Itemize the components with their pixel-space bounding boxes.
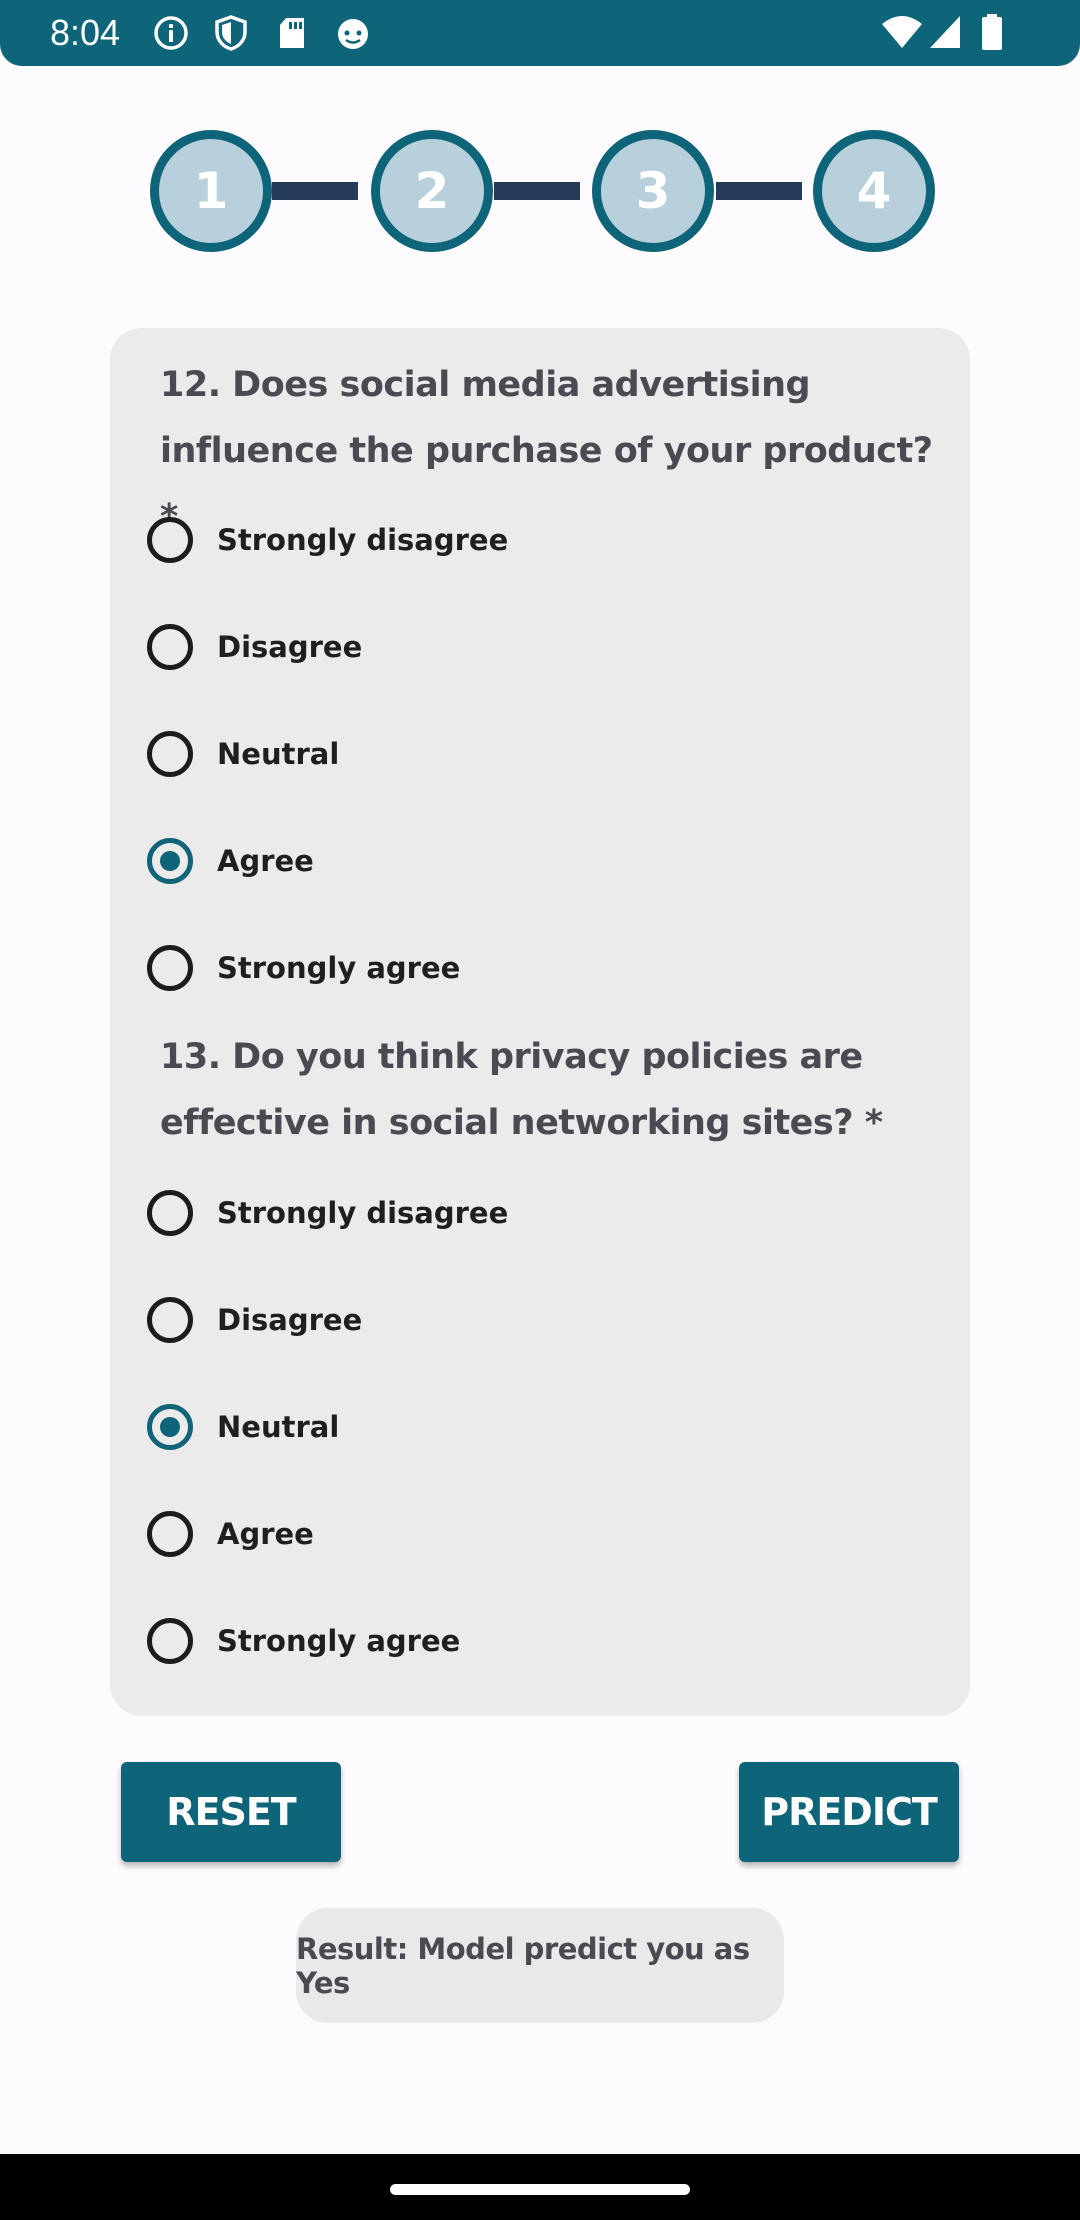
result-message: Result: Model predict you as Yes	[296, 1908, 784, 2023]
cat-face-icon	[338, 19, 368, 49]
navigation-bar	[0, 2154, 1080, 2220]
wifi-icon	[882, 16, 922, 48]
radio-option[interactable]: Neutral	[147, 724, 927, 784]
radio-option-label: Strongly agree	[217, 1624, 461, 1658]
radio-option-label: Neutral	[217, 737, 340, 771]
info-icon	[154, 16, 188, 50]
radio-option[interactable]: Strongly disagree	[147, 1183, 927, 1243]
radio-button[interactable]	[147, 731, 193, 777]
step-connector	[716, 182, 802, 200]
step-1: 1	[150, 130, 272, 252]
radio-option-label: Neutral	[217, 1410, 340, 1444]
step-connector	[272, 182, 358, 200]
status-bar: 8:04	[0, 0, 1080, 66]
step-connector	[494, 182, 580, 200]
radio-button[interactable]	[147, 517, 193, 563]
sd-card-icon	[280, 18, 304, 48]
radio-button[interactable]	[147, 1511, 193, 1557]
shield-icon	[215, 15, 247, 51]
radio-button[interactable]	[147, 1297, 193, 1343]
radio-button[interactable]	[147, 1618, 193, 1664]
radio-button-checked[interactable]	[147, 1404, 193, 1450]
progress-stepper: 1 2 3 4	[0, 130, 1080, 252]
radio-option[interactable]: Neutral	[147, 1397, 927, 1457]
radio-button-checked[interactable]	[147, 838, 193, 884]
radio-option-label: Strongly disagree	[217, 523, 509, 557]
radio-option-label: Agree	[217, 1517, 314, 1551]
cell-signal-icon	[930, 16, 960, 48]
status-time: 8:04	[50, 12, 121, 53]
radio-option[interactable]: Strongly agree	[147, 1611, 927, 1671]
radio-option[interactable]: Strongly agree	[147, 938, 927, 998]
radio-option-label: Strongly disagree	[217, 1196, 509, 1230]
radio-button[interactable]	[147, 624, 193, 670]
question-13-text: 13. Do you think privacy policies are ef…	[160, 1037, 883, 1143]
step-3: 3	[592, 130, 714, 252]
radio-option[interactable]: Agree	[147, 831, 927, 891]
home-gesture-handle[interactable]	[390, 2184, 690, 2195]
predict-button[interactable]: PREDICT	[739, 1762, 959, 1862]
battery-icon	[982, 14, 1002, 50]
radio-option[interactable]: Disagree	[147, 617, 927, 677]
radio-option-label: Disagree	[217, 1303, 363, 1337]
radio-option-label: Agree	[217, 844, 314, 878]
radio-option-label: Disagree	[217, 630, 363, 664]
step-4: 4	[813, 130, 935, 252]
radio-option[interactable]: Agree	[147, 1504, 927, 1564]
radio-option-label: Strongly agree	[217, 951, 461, 985]
reset-button[interactable]: RESET	[121, 1762, 341, 1862]
radio-button[interactable]	[147, 945, 193, 991]
radio-option[interactable]: Strongly disagree	[147, 510, 927, 570]
step-2: 2	[371, 130, 493, 252]
radio-option[interactable]: Disagree	[147, 1290, 927, 1350]
radio-button[interactable]	[147, 1190, 193, 1236]
